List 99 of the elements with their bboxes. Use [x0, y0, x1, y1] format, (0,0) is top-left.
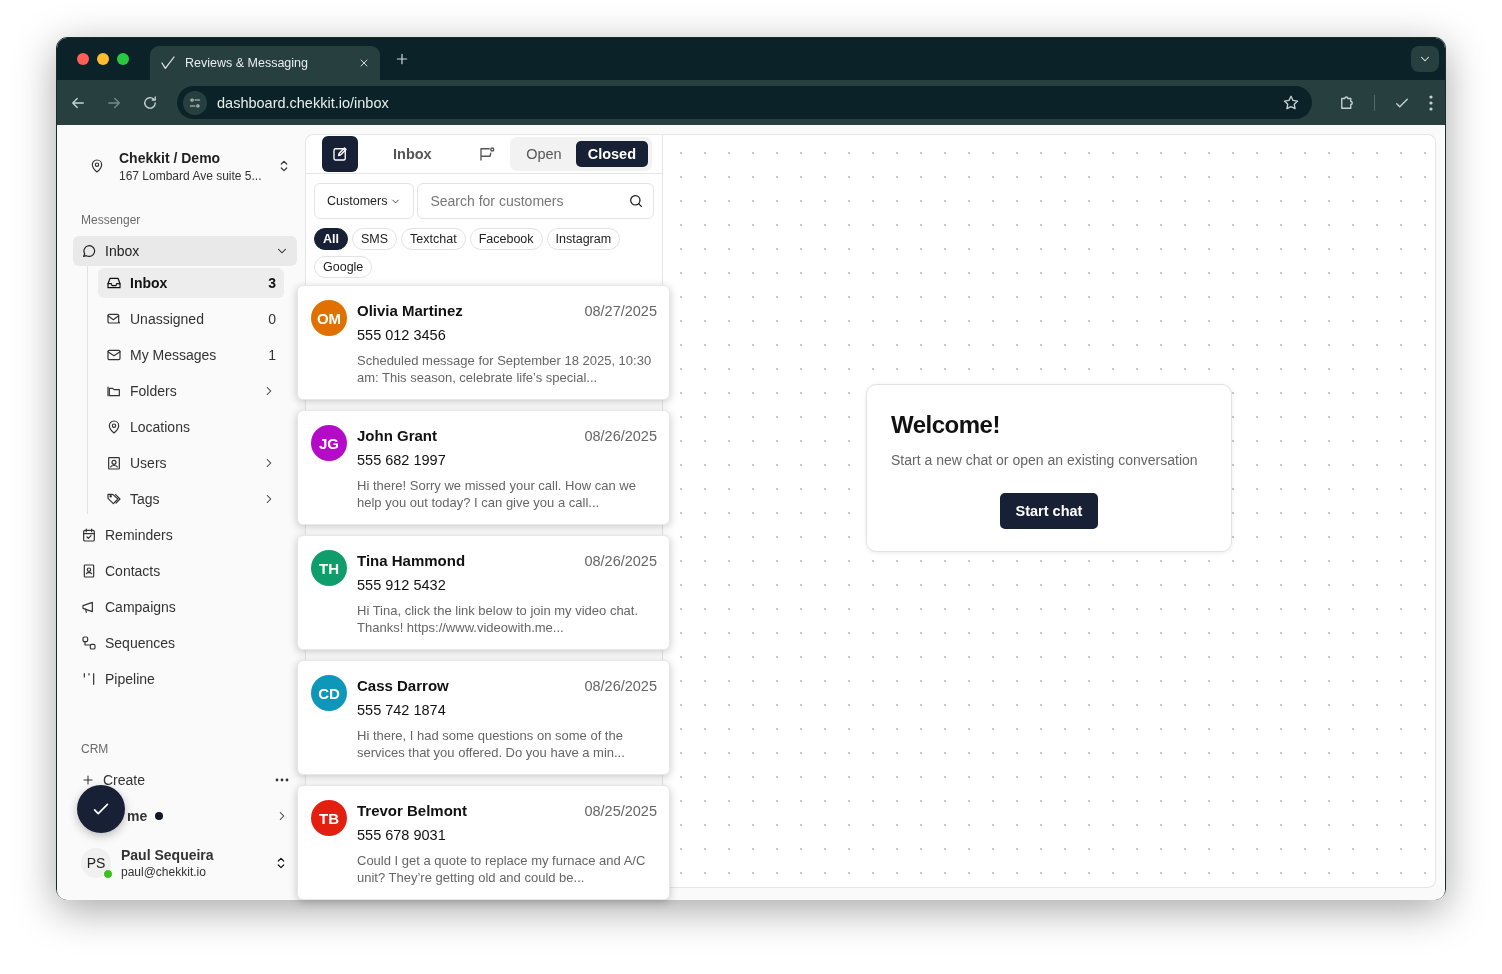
tag-icon — [106, 491, 122, 507]
message-date: 08/26/2025 — [584, 428, 657, 444]
section-heading: CRM — [81, 742, 110, 756]
more-icon[interactable] — [275, 778, 289, 782]
envelope-question-icon — [106, 311, 122, 327]
channel-chip[interactable]: Facebook — [469, 228, 543, 250]
plus-icon — [81, 773, 95, 787]
nav-item[interactable]: Folders — [98, 376, 284, 406]
contact-name: Tina Hammond — [357, 552, 466, 569]
inbox-tray-icon — [106, 275, 122, 291]
count: 3 — [268, 275, 276, 291]
checkmark-icon — [160, 55, 176, 71]
nav-item[interactable]: Inbox 3 — [98, 268, 284, 298]
channel-chip[interactable]: Textchat — [401, 228, 466, 250]
nodes-icon — [81, 635, 97, 651]
contact-name: Cass Darrow — [357, 677, 449, 694]
inbox-title: Inbox — [393, 146, 432, 162]
avatar: CD — [311, 675, 347, 711]
contact-name: Olivia Martinez — [357, 302, 463, 319]
status-tab[interactable]: Open — [514, 141, 574, 167]
welcome-text: Start a new chat or open an existing conversation — [891, 452, 1199, 468]
channel-chip[interactable]: Instagram — [546, 228, 621, 250]
window-control[interactable] — [117, 53, 129, 65]
check-button[interactable] — [77, 785, 125, 833]
plus-icon — [394, 51, 410, 67]
create-item[interactable]: Create — [73, 765, 297, 795]
contact-phone: 555 682 1997 — [357, 452, 447, 468]
contact-phone: 555 012 3456 — [357, 327, 447, 343]
contact-name: Trevor Belmont — [357, 802, 468, 819]
channel-chip[interactable]: All — [314, 228, 348, 250]
location-pin-icon — [106, 419, 122, 435]
reload-icon — [141, 93, 159, 112]
status-tab[interactable]: Closed — [575, 141, 648, 167]
nav-item[interactable]: My Messages 1 — [98, 340, 284, 370]
nav-item[interactable]: Pipeline — [73, 664, 297, 694]
account-switcher[interactable]: Chekkit / Demo 167 Lombard Ave suite 5... — [73, 147, 297, 185]
message-preview: Scheduled message for September 18 2025, 10:30 am: This season, celebrate life’s special... — [357, 352, 653, 386]
conversation-card[interactable]: OM Olivia Martinez 08/27/2025 555 012 3456 Scheduled message for September 18 2025, 10:30 am: This season, celebrate life’s special... — [297, 285, 670, 400]
customers-dropdown[interactable]: Customers — [314, 183, 415, 219]
compose-button[interactable] — [322, 136, 358, 172]
nav-item[interactable]: Reminders — [73, 520, 297, 550]
person-card-icon — [106, 455, 122, 471]
contact-name: John Grant — [357, 427, 437, 444]
nav-group[interactable]: Inbox — [73, 236, 297, 266]
address-bar[interactable]: dashboard.chekkit.io/inbox — [177, 86, 1312, 119]
welcome-title: Welcome! — [891, 411, 1001, 439]
start-chat-button[interactable]: Start chat — [999, 493, 1099, 529]
chat-bubble-icon — [81, 243, 97, 259]
window-control[interactable] — [77, 53, 89, 65]
message-date: 08/26/2025 — [584, 553, 657, 569]
message-preview: Could I get a quote to replace my furnace and A/C unit? They’re getting old and could be... — [357, 852, 647, 886]
menu-icon[interactable] — [1429, 94, 1433, 111]
contact-phone: 555 912 5432 — [357, 577, 447, 593]
puzzle-icon — [1338, 93, 1356, 112]
contact-phone: 555 742 1874 — [357, 702, 447, 718]
message-date: 08/27/2025 — [584, 303, 657, 319]
nav-item[interactable]: Users — [98, 448, 284, 478]
message-date: 08/25/2025 — [584, 803, 657, 819]
count: 1 — [268, 347, 276, 363]
count: 0 — [268, 311, 276, 327]
nav-item[interactable]: Contacts — [73, 556, 297, 586]
nav-item[interactable]: Locations — [98, 412, 284, 442]
site-settings-icon — [188, 95, 202, 110]
user-avatar: PS — [81, 848, 111, 878]
calendar-icon — [81, 527, 97, 543]
channel-chip[interactable]: SMS — [352, 228, 398, 250]
channel-chip[interactable]: Google — [314, 256, 373, 278]
close-icon — [358, 57, 370, 69]
avatar: OM — [311, 300, 347, 336]
conversation-card[interactable]: TB Trevor Belmont 08/25/2025 555 678 9031 Could I get a quote to replace my furnace and A/C unit? They’re getting old and could be... — [297, 785, 670, 900]
columns-icon — [81, 671, 97, 687]
search-icon — [628, 193, 644, 209]
message-preview: Hi Tina, click the link below to join my video chat. Thanks! https://www.videowith.me... — [357, 602, 640, 636]
user-menu[interactable]: PS Paul Sequeira paul@chekkit.io — [73, 847, 297, 879]
avatar: TH — [311, 550, 347, 586]
star-icon — [1282, 93, 1300, 112]
nav-item[interactable]: Campaigns — [73, 592, 297, 622]
location-pin-icon — [89, 158, 105, 174]
message-preview: Hi there! Sorry we missed your call. How can we help you out today? I can give you a call... — [357, 477, 637, 511]
section-heading: Messenger — [81, 213, 142, 227]
nav-item[interactable]: Unassigned 0 — [98, 304, 284, 334]
contact-phone: 555 678 9031 — [357, 827, 447, 843]
message-date: 08/26/2025 — [584, 678, 657, 694]
chat-flag-icon — [477, 145, 496, 163]
compose-icon — [331, 145, 349, 163]
nav-item[interactable]: me — [73, 801, 297, 831]
avatar: JG — [311, 425, 347, 461]
window-control[interactable] — [97, 53, 109, 65]
avatar: TB — [311, 800, 347, 836]
nav-item[interactable]: Sequences — [73, 628, 297, 658]
conversation-card[interactable]: JG John Grant 08/26/2025 555 682 1997 Hi there! Sorry we missed your call. How can we help you out today? I can give you a call... — [297, 410, 670, 525]
conversation-card[interactable]: CD Cass Darrow 08/26/2025 555 742 1874 Hi there, I had some questions on some of the services that you offered. Do you have a min... — [297, 660, 670, 775]
search-field[interactable]: Search for customers — [417, 183, 654, 219]
conversation-card[interactable]: TH Tina Hammond 08/26/2025 555 912 5432 Hi Tina, click the link below to join my video chat. Thanks! https://www.videowith.me... — [297, 535, 670, 650]
nav-item[interactable]: Tags — [98, 484, 284, 514]
browser-tab[interactable]: Reviews & Messaging — [150, 46, 380, 80]
contact-card-icon — [81, 563, 97, 579]
envelope-icon — [106, 347, 122, 363]
message-preview: Hi there, I had some questions on some of the services that you offered. Do you have a min... — [357, 727, 626, 761]
